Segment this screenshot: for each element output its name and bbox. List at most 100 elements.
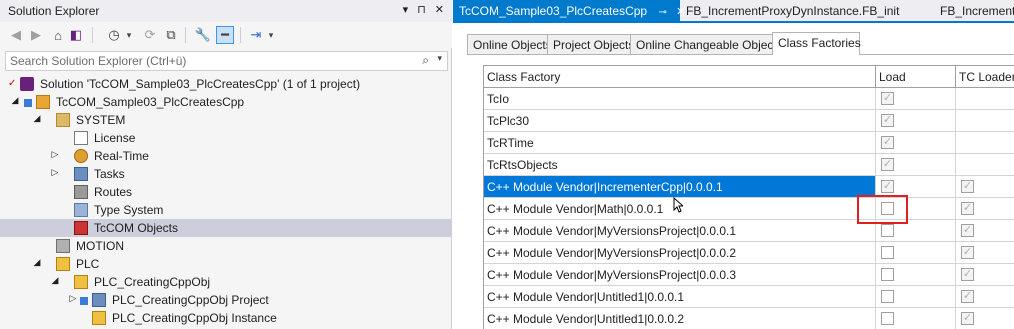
grid-row[interactable]: C++ Module Vendor|Untitled1|0.0.0.2 ✓ [484,308,1014,329]
expand-arrow-icon[interactable]: ▷ [68,293,78,304]
column-header-class-factory[interactable]: Class Factory [484,66,876,88]
grid-row[interactable]: TcIo ✓ [484,88,1014,110]
filter-dropdown-icon[interactable]: ▾ [124,26,134,44]
type-system-icon [74,203,88,217]
tree-item-realtime[interactable]: ▷ Real-Time [0,147,451,165]
tree-item-routes[interactable]: Routes [0,183,451,201]
track-active-item-icon[interactable]: ⇥ [248,26,264,44]
switch-views-icon[interactable]: ◧ [68,26,84,44]
load-checkbox[interactable]: ✓ [881,158,894,171]
tab-class-factories[interactable]: Class Factories [772,32,861,55]
load-checkbox[interactable]: ✓ [881,180,894,193]
grid-row[interactable]: C++ Module Vendor|MyVersionsProject|0.0.… [484,242,1014,264]
auto-hide-pin-icon[interactable]: ⊓ [417,3,426,16]
track-dropdown-icon[interactable]: ▾ [266,26,276,44]
tree-item-tasks[interactable]: ▷ Tasks [0,165,451,183]
class-factory-cell[interactable]: TcRTime [484,132,876,154]
tree-item-license[interactable]: License [0,129,451,147]
tc-loader-cell: ✓ [956,220,1014,242]
tc-loader-checkbox[interactable]: ✓ [961,290,974,303]
collapse-arrow-icon[interactable]: ◢ [32,113,42,124]
tree-item-system[interactable]: ◢ SYSTEM [0,111,451,129]
class-factory-cell[interactable]: C++ Module Vendor|MyVersionsProject|0.0.… [484,220,876,242]
grid-row[interactable]: TcPlc30 ✓ [484,110,1014,132]
load-checkbox[interactable] [881,290,894,303]
license-icon [74,131,88,145]
sync-icon[interactable]: ⟳ [142,26,158,44]
load-checkbox[interactable] [881,312,894,325]
load-checkbox[interactable] [881,268,894,281]
grid-row[interactable]: TcRTime ✓ [484,132,1014,154]
tree-item-project[interactable]: ◢ TcCOM_Sample03_PlcCreatesCpp [0,93,451,111]
tree-item-tccom-objects[interactable]: TcCOM Objects [0,219,451,237]
column-header-tc-loader[interactable]: TC Loader [956,66,1014,88]
collapse-arrow-icon[interactable]: ◢ [10,95,20,106]
class-factory-cell[interactable]: C++ Module Vendor|MyVersionsProject|0.0.… [484,264,876,286]
tc-loader-cell: ✓ [956,176,1014,198]
load-checkbox[interactable]: ✓ [881,136,894,149]
collapse-all-icon[interactable]: ⧉ [163,26,179,44]
class-factory-cell[interactable]: C++ Module Vendor|IncrementerCpp|0.0.0.1 [484,176,876,198]
grid-row[interactable]: C++ Module Vendor|MyVersionsProject|0.0.… [484,264,1014,286]
home-icon[interactable]: ⌂ [50,26,66,44]
tree-item-label: Real-Time [94,149,149,163]
tab-online-objects[interactable]: Online Objects [467,34,552,54]
tree-item-solution[interactable]: ✓ Solution 'TcCOM_Sample03_PlcCreatesCpp… [0,75,451,93]
tc-loader-checkbox[interactable]: ✓ [961,312,974,325]
class-factory-cell[interactable]: C++ Module Vendor|Untitled1|0.0.0.2 [484,308,876,329]
close-panel-icon[interactable]: ✕ [435,3,444,16]
document-tab-strip: TcCOM_Sample03_PlcCreatesCpp ⊸ ✕ FB_Incr… [453,0,1014,23]
tree-item-plc[interactable]: ◢ PLC [0,255,451,273]
window-position-dropdown-icon[interactable]: ▾ [403,3,409,16]
lock-overlay-icon [80,297,88,305]
tc-loader-checkbox[interactable]: ✓ [961,224,974,237]
grid-row[interactable]: C++ Module Vendor|IncrementerCpp|0.0.0.1… [484,176,1014,198]
load-checkbox[interactable]: ✓ [881,114,894,127]
tree-item-plc-project[interactable]: ◢ PLC_CreatingCppObj [0,273,451,291]
search-input[interactable]: Search Solution Explorer (Ctrl+ü) [10,54,186,68]
load-checkbox[interactable]: ✓ [881,92,894,105]
class-factory-cell[interactable]: TcPlc30 [484,110,876,132]
tab-fb-incrementp[interactable]: FB_IncrementP [934,0,1014,21]
class-factory-cell[interactable]: TcRtsObjects [484,154,876,176]
collapse-arrow-icon[interactable]: ◢ [32,257,42,268]
grid-row[interactable]: C++ Module Vendor|MyVersionsProject|0.0.… [484,220,1014,242]
tab-fb-incrementproxy-fb-init[interactable]: FB_IncrementProxyDynInstance.FB_init [680,0,934,21]
load-checkbox[interactable] [881,246,894,259]
tree-item-plc-instance[interactable]: PLC_CreatingCppObj Instance [0,309,451,327]
expand-arrow-icon[interactable]: ▷ [50,167,60,178]
expand-arrow-icon[interactable]: ▷ [50,149,60,160]
grid-row[interactable]: C++ Module Vendor|Math|0.0.0.1 ✓ [484,198,1014,220]
class-factory-cell[interactable]: TcIo [484,88,876,110]
tc-loader-checkbox[interactable]: ✓ [961,202,974,215]
search-box[interactable]: Search Solution Explorer (Ctrl+ü) ⌕ ▾ [5,51,448,71]
class-factory-cell[interactable]: C++ Module Vendor|MyVersionsProject|0.0.… [484,242,876,264]
properties-wrench-icon[interactable]: 🔧 [195,26,211,44]
tc-loader-cell: ✓ [956,308,1014,329]
tc-loader-checkbox[interactable]: ✓ [961,246,974,259]
pending-changes-filter-icon[interactable]: ◷ [106,26,122,44]
panel-title: Solution Explorer [8,4,100,18]
tab-online-changeable-objects[interactable]: Online Changeable Objects [630,34,783,54]
search-icon[interactable]: ⌕ [422,53,429,68]
forward-icon[interactable]: ▶ [28,26,44,44]
column-header-load[interactable]: Load [876,66,956,88]
back-icon[interactable]: ◀ [8,26,24,44]
grid-row[interactable]: C++ Module Vendor|Untitled1|0.0.0.1 ✓ [484,286,1014,308]
collapse-arrow-icon[interactable]: ◢ [50,275,60,286]
tree-item-motion[interactable]: MOTION [0,237,451,255]
tab-tccom-sample03[interactable]: TcCOM_Sample03_PlcCreatesCpp ⊸ ✕ [453,0,685,21]
load-cell: ✓ [876,110,956,132]
grid-row[interactable]: TcRtsObjects ✓ [484,154,1014,176]
tree-item-type-system[interactable]: Type System [0,201,451,219]
tree-item-plc-subproject[interactable]: ▷ PLC_CreatingCppObj Project [0,291,451,309]
pin-tab-icon[interactable]: ⊸ [658,7,666,18]
search-options-dropdown-icon[interactable]: ▾ [437,53,442,64]
tab-project-objects[interactable]: Project Objects [547,34,634,54]
load-checkbox[interactable] [881,224,894,237]
class-factory-cell[interactable]: C++ Module Vendor|Untitled1|0.0.0.1 [484,286,876,308]
preview-selected-items-icon[interactable]: ━ [216,26,234,44]
tc-loader-checkbox[interactable]: ✓ [961,268,974,281]
tc-loader-checkbox[interactable]: ✓ [961,180,974,193]
motion-icon [56,239,70,253]
